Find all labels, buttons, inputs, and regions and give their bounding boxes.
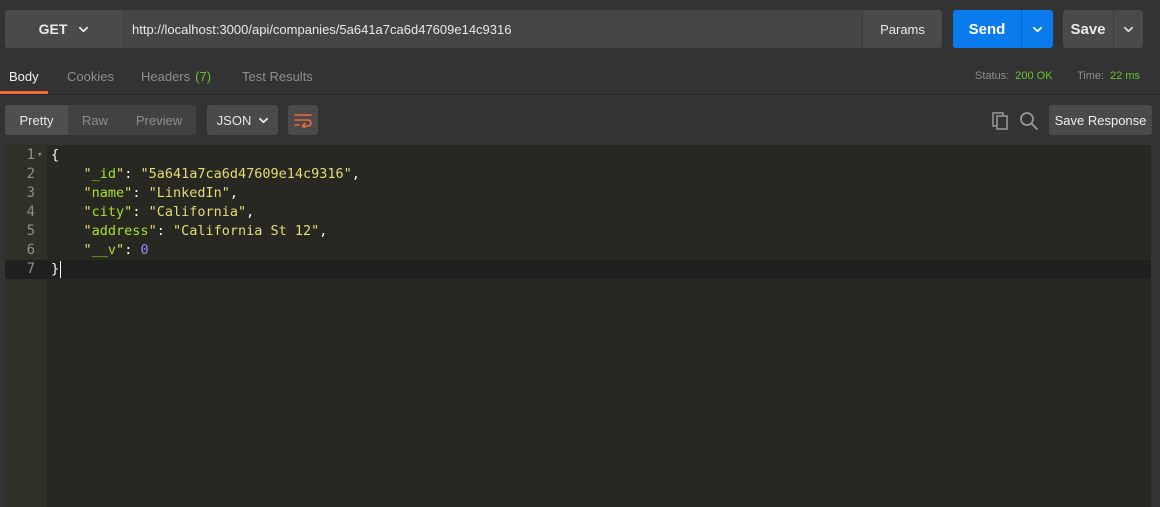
code-line: 4 "city": "California",: [5, 203, 1151, 222]
format-select[interactable]: JSON: [207, 105, 278, 135]
json-quote: ": [124, 185, 133, 201]
line-number: 6: [26, 242, 35, 258]
send-label: Send: [968, 20, 1006, 38]
method-label: GET: [38, 21, 68, 37]
send-button[interactable]: Send: [953, 10, 1021, 48]
brace-open: {: [51, 147, 60, 163]
code-content: "name": "LinkedIn",: [83, 185, 238, 201]
json-key: _id: [91, 166, 117, 182]
json-key: name: [91, 185, 125, 201]
json-quote: ": [83, 204, 92, 220]
json-quote: ": [124, 204, 133, 220]
format-label: JSON: [216, 112, 252, 128]
request-bar: GET http://localhost:3000/api/companies/…: [0, 0, 1160, 58]
response-toolbar: Pretty Raw Preview JSON Save Response: [0, 95, 1160, 145]
json-string-value: "5a641a7ca6d47609e14c9316": [140, 166, 352, 182]
json-quote: ": [148, 223, 157, 239]
view-pretty-label: Pretty: [19, 112, 54, 128]
tab-body-label: Body: [9, 68, 39, 84]
chevron-down-icon: [1033, 26, 1042, 32]
view-raw-button[interactable]: Raw: [68, 105, 122, 135]
json-key: city: [91, 204, 125, 220]
wrap-lines-icon: [294, 114, 312, 128]
status-indicator: Status: 200 OK: [975, 58, 1053, 94]
search-icon[interactable]: [1019, 111, 1039, 131]
view-pretty-button[interactable]: Pretty: [5, 105, 68, 135]
json-quote: ": [83, 166, 92, 182]
code-line: 2 "_id": "5a641a7ca6d47609e14c9316",: [5, 165, 1151, 184]
json-quote: ": [83, 242, 92, 258]
wrap-lines-button[interactable]: [288, 105, 318, 135]
code-lines: 1 ▾{2 "_id": "5a641a7ca6d47609e14c9316", 3…: [5, 146, 1151, 279]
save-button[interactable]: Save: [1063, 10, 1113, 48]
tab-test-results-label: Test Results: [242, 68, 313, 84]
view-preview-button[interactable]: Preview: [122, 105, 196, 135]
params-label: Params: [880, 21, 925, 37]
code-line: 5 "address": "California St 12",: [5, 222, 1151, 241]
fold-arrow-icon: ▾: [37, 150, 43, 160]
json-quote: ": [83, 223, 92, 239]
view-raw-label: Raw: [81, 112, 108, 128]
line-number: 7: [26, 261, 35, 277]
tab-cookies-label: Cookies: [67, 68, 114, 84]
json-string-value: "California": [148, 204, 247, 220]
code-content: "address": "California St 12",: [83, 223, 328, 239]
headers-count: (7): [195, 68, 212, 84]
json-number-value: 0: [140, 242, 149, 258]
json-key: address: [91, 223, 149, 239]
url-input[interactable]: http://localhost:3000/api/companies/5a64…: [122, 10, 862, 48]
view-preview-label: Preview: [135, 112, 183, 128]
json-quote: ": [83, 185, 92, 201]
code-line: 7}: [5, 260, 1151, 279]
save-response-button[interactable]: Save Response: [1049, 105, 1152, 135]
copy-icon[interactable]: [990, 111, 1010, 131]
chevron-down-icon: [1124, 26, 1133, 32]
code-content: "_id": "5a641a7ca6d47609e14c9316",: [83, 166, 360, 182]
status-label: Status:: [975, 70, 1010, 82]
json-string-value: "LinkedIn": [148, 185, 230, 201]
code-line: 3 "name": "LinkedIn",: [5, 184, 1151, 203]
url-text: http://localhost:3000/api/companies/5a64…: [132, 21, 512, 37]
line-number: 1: [26, 147, 35, 163]
code-line: 6 "__v": 0: [5, 241, 1151, 260]
method-select[interactable]: GET: [5, 10, 122, 48]
tab-body[interactable]: Body: [0, 58, 48, 94]
save-response-label: Save Response: [1054, 112, 1147, 128]
time-label: Time:: [1077, 70, 1105, 82]
time-value: 22 ms: [1110, 70, 1141, 82]
json-quote: ": [116, 166, 125, 182]
json-string-value: "California St 12": [172, 223, 320, 239]
tab-headers[interactable]: Headers (7): [141, 58, 211, 94]
line-number: 5: [26, 223, 35, 239]
response-tabs: Body Cookies Headers (7) Test Results St…: [0, 58, 1160, 95]
text-cursor: [60, 260, 62, 278]
time-indicator: Time: 22 ms: [1077, 58, 1140, 94]
save-dropdown-button[interactable]: [1113, 10, 1143, 48]
send-dropdown-button[interactable]: [1021, 10, 1053, 48]
code-content: "city": "California",: [83, 204, 255, 220]
tab-test-results[interactable]: Test Results: [242, 58, 313, 94]
save-label: Save: [1070, 20, 1106, 38]
line-number: 2: [26, 166, 35, 182]
line-number: 4: [26, 204, 35, 220]
params-button[interactable]: Params: [862, 10, 942, 48]
code-content: {: [51, 146, 59, 165]
view-mode-switcher: Pretty Raw Preview: [5, 105, 196, 135]
active-tab-indicator: [0, 91, 48, 94]
tab-cookies[interactable]: Cookies: [67, 58, 114, 94]
json-key: __v: [91, 242, 117, 258]
json-quote: ": [116, 242, 125, 258]
status-value: 200 OK: [1015, 70, 1053, 82]
tab-headers-label: Headers: [141, 68, 191, 84]
code-content: }: [51, 260, 62, 279]
brace-close: }: [51, 261, 60, 277]
chevron-down-icon: [259, 117, 269, 123]
response-body-editor[interactable]: 1 ▾{2 "_id": "5a641a7ca6d47609e14c9316", 3…: [5, 145, 1151, 507]
line-number: 3: [26, 185, 35, 201]
code-content: "__v": 0: [83, 242, 149, 258]
code-line: 1 ▾ {: [5, 146, 1151, 165]
chevron-down-icon: [79, 26, 89, 32]
